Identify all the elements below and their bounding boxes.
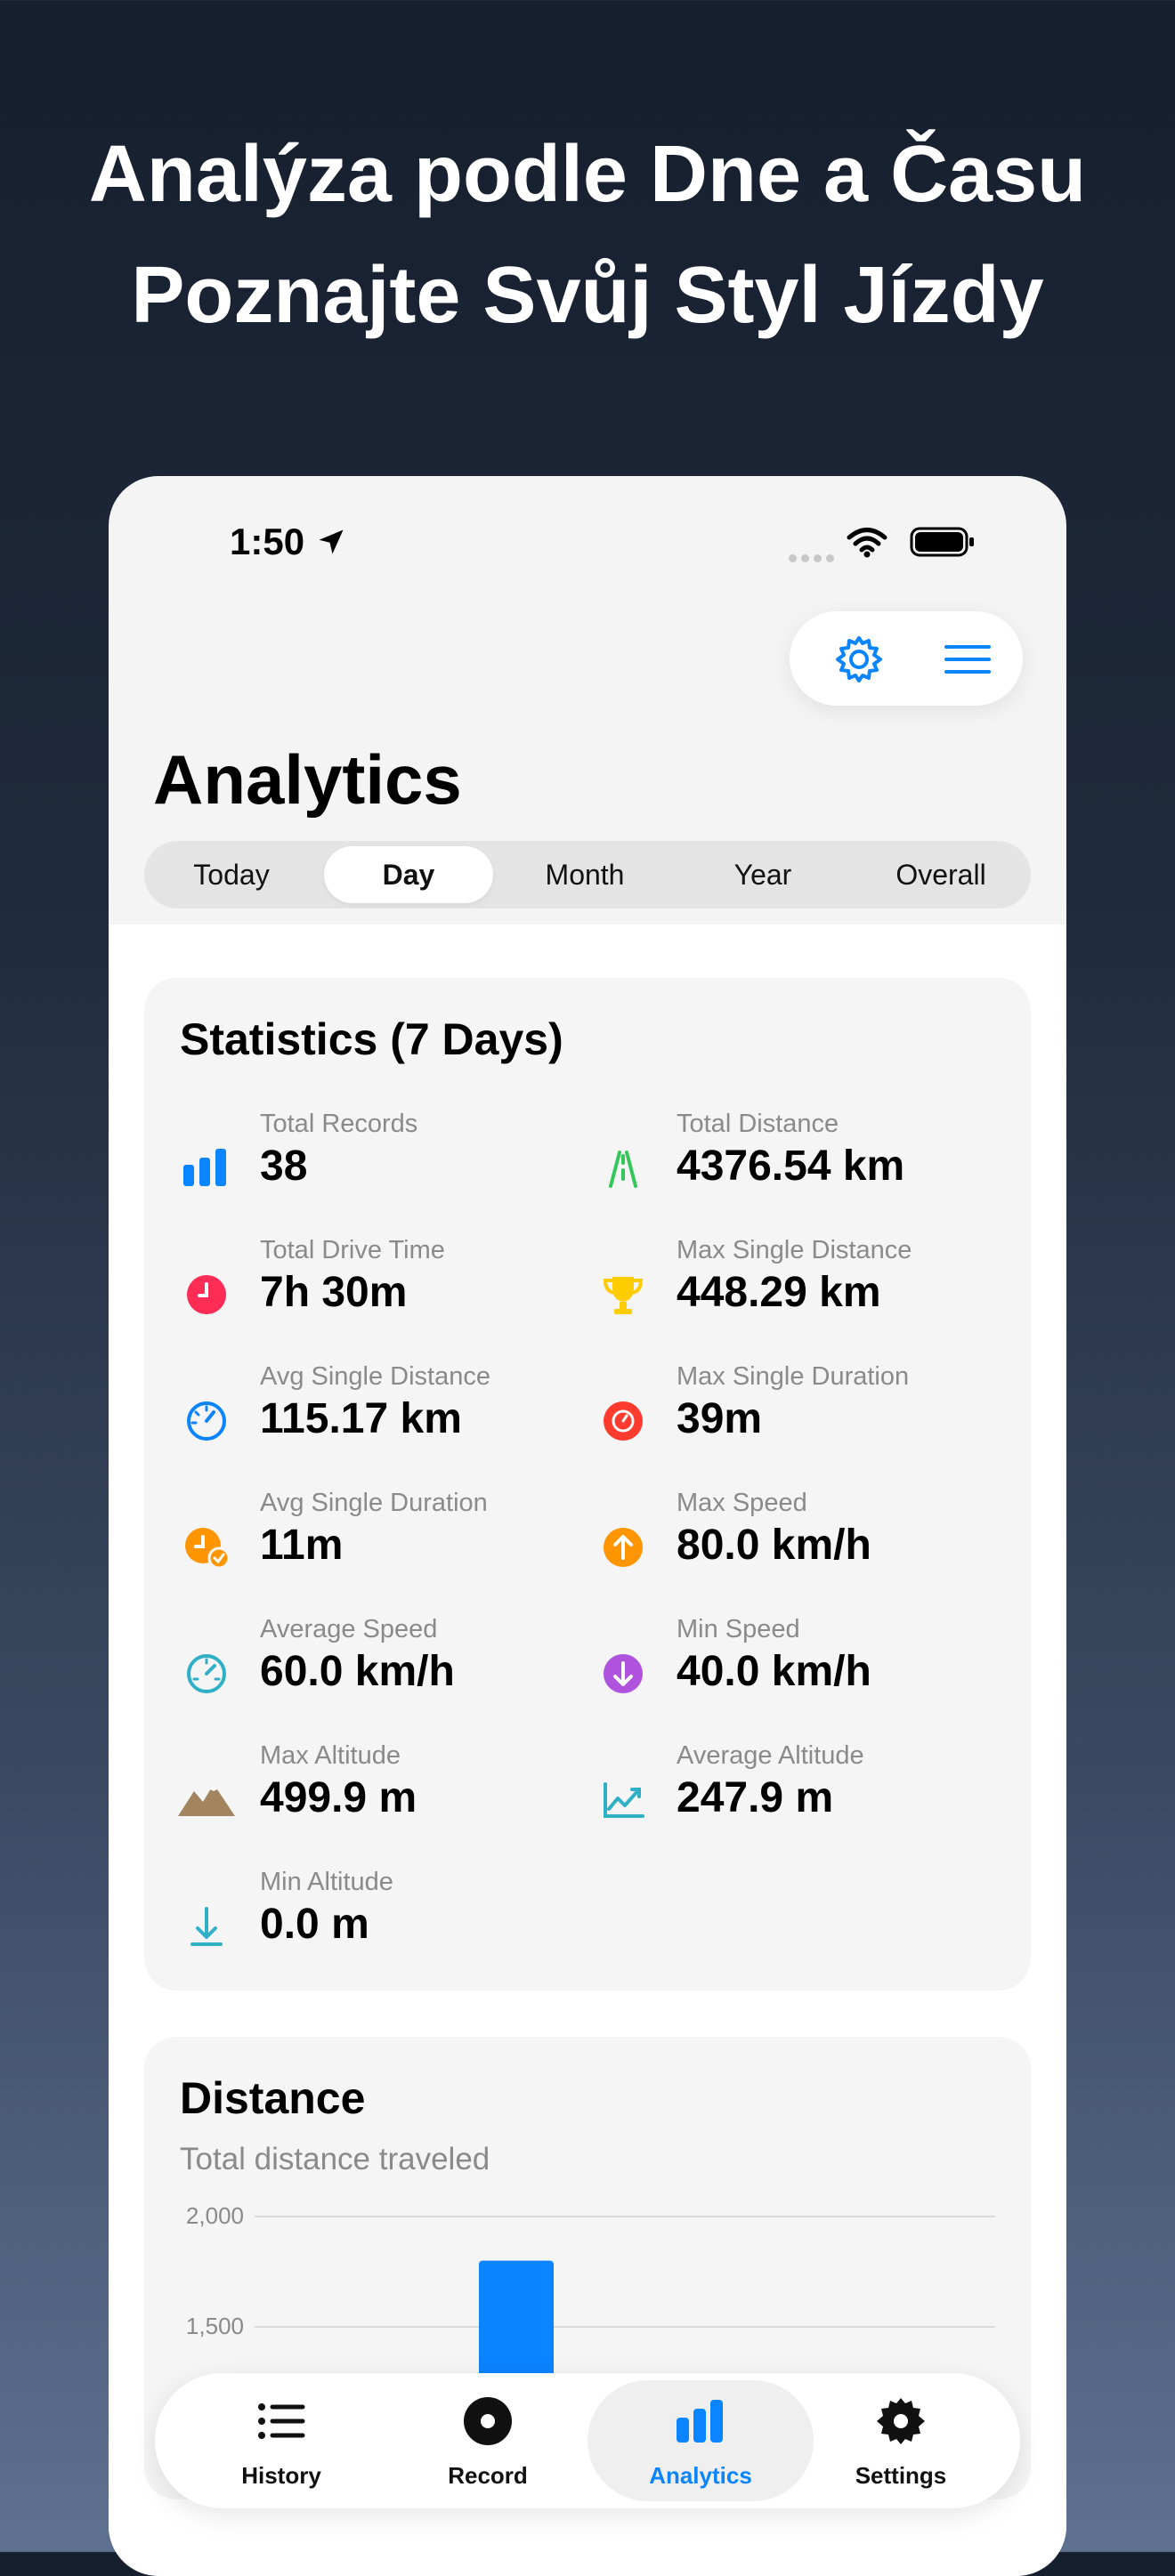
trophy-icon xyxy=(603,1277,644,1314)
stat-value: 7h 30m xyxy=(260,1269,408,1316)
page-title: Analytics xyxy=(153,740,462,819)
stat-label: Min Speed xyxy=(677,1615,800,1643)
stat-label: Avg Single Duration xyxy=(260,1489,488,1517)
stat-total-records: Total Records 38 xyxy=(176,1110,577,1216)
bar-chart-icon xyxy=(183,1149,226,1186)
stat-label: Average Speed xyxy=(260,1615,438,1643)
bar-chart-icon xyxy=(677,2400,723,2443)
stat-value: 11m xyxy=(260,1522,344,1569)
tab-history[interactable]: History xyxy=(174,2373,388,2508)
distance-subtitle: Total distance traveled xyxy=(180,2142,490,2176)
stat-label: Total Records xyxy=(260,1110,418,1138)
segment-month[interactable]: Month xyxy=(500,846,669,903)
stat-value: 60.0 km/h xyxy=(260,1648,455,1695)
clock-icon xyxy=(187,1275,226,1314)
segment-day[interactable]: Day xyxy=(324,846,493,903)
stat-label: Total Drive Time xyxy=(260,1236,445,1264)
mountain-icon xyxy=(178,1784,235,1816)
location-arrow-icon xyxy=(319,529,344,554)
tab-settings[interactable]: Settings xyxy=(794,2373,1008,2508)
stat-value: 499.9 m xyxy=(260,1774,417,1821)
stat-label: Max Speed xyxy=(677,1489,807,1517)
y-tick-1500: 1,500 xyxy=(186,2313,244,2339)
statistics-title: Statistics (7 Days) xyxy=(180,1014,563,1064)
tab-label: History xyxy=(241,2462,321,2489)
gauge-icon xyxy=(187,1401,226,1441)
phone-screen: 1:50 Analytics Today Day Month Year Over… xyxy=(109,476,1066,2576)
tab-label: Analytics xyxy=(649,2462,752,2489)
stat-max-altitude: Max Altitude 499.9 m xyxy=(176,1741,577,1848)
list-icon xyxy=(258,2403,305,2439)
stat-label: Max Single Distance xyxy=(677,1236,912,1264)
stat-value: 247.9 m xyxy=(677,1774,834,1821)
gear-icon[interactable] xyxy=(832,633,886,686)
tab-record[interactable]: Record xyxy=(381,2373,595,2508)
stat-min-altitude: Min Altitude 0.0 m xyxy=(176,1868,577,1974)
battery-icon xyxy=(910,527,974,557)
stat-label: Min Altitude xyxy=(260,1868,393,1896)
record-icon xyxy=(464,2397,512,2445)
arrow-down-to-line-icon xyxy=(190,1907,223,1946)
stat-value: 0.0 m xyxy=(260,1901,369,1948)
segment-today[interactable]: Today xyxy=(150,846,313,903)
stat-max-speed: Max Speed 80.0 km/h xyxy=(593,1489,993,1595)
distance-title: Distance xyxy=(180,2073,366,2123)
clock-check-icon xyxy=(185,1528,231,1570)
promo-headline: Analýza podle Dne a Času Poznajte Svůj S… xyxy=(0,114,1175,356)
timer-icon xyxy=(604,1401,643,1441)
tab-label: Record xyxy=(448,2462,528,2489)
menu-icon[interactable] xyxy=(943,642,993,677)
gear-icon xyxy=(877,2398,925,2444)
arrow-down-circle-icon xyxy=(604,1654,643,1693)
stat-average-speed: Average Speed 60.0 km/h xyxy=(176,1615,577,1722)
stat-max-single-duration: Max Single Duration 39m xyxy=(593,1362,993,1469)
stat-label: Max Altitude xyxy=(260,1741,401,1770)
headline-line-2: Poznajte Svůj Styl Jízdy xyxy=(131,251,1044,340)
stat-total-drive-time: Total Drive Time 7h 30m xyxy=(176,1236,577,1343)
tab-analytics[interactable]: Analytics xyxy=(588,2373,814,2508)
stat-value: 115.17 km xyxy=(260,1395,462,1442)
headline-line-1: Analýza podle Dne a Času xyxy=(88,130,1087,219)
trend-chart-icon xyxy=(604,1782,644,1818)
stat-max-single-distance: Max Single Distance 448.29 km xyxy=(593,1236,993,1343)
bottom-tab-bar: History Record Analytics Settings xyxy=(155,2373,1020,2508)
speedometer-icon xyxy=(187,1654,226,1693)
wifi-icon xyxy=(847,528,887,558)
tab-label: Settings xyxy=(855,2462,947,2489)
stat-value: 40.0 km/h xyxy=(677,1648,871,1695)
cellular-signal-icon xyxy=(789,551,839,567)
stat-value: 448.29 km xyxy=(677,1269,881,1316)
scroll-content[interactable]: Statistics (7 Days) Total Records 38 Tot… xyxy=(109,925,1066,2576)
stat-total-distance: Total Distance 4376.54 km xyxy=(593,1110,993,1216)
arrow-up-circle-icon xyxy=(604,1528,643,1567)
period-segmented-control: Today Day Month Year Overall xyxy=(144,841,1031,908)
stat-label: Avg Single Distance xyxy=(260,1362,491,1391)
stat-avg-single-distance: Avg Single Distance 115.17 km xyxy=(176,1362,577,1469)
statistics-card: Statistics (7 Days) Total Records 38 Tot… xyxy=(144,978,1031,1991)
stat-value: 39m xyxy=(677,1395,763,1442)
stat-value: 38 xyxy=(260,1143,308,1190)
stat-avg-single-duration: Avg Single Duration 11m xyxy=(176,1489,577,1595)
stat-value: 80.0 km/h xyxy=(677,1522,871,1569)
segment-year[interactable]: Year xyxy=(678,846,847,903)
segment-overall[interactable]: Overall xyxy=(856,846,1025,903)
status-bar: 1:50 xyxy=(109,476,1066,592)
stat-average-altitude: Average Altitude 247.9 m xyxy=(593,1741,993,1848)
status-time: 1:50 xyxy=(230,521,305,562)
stat-value: 4376.54 km xyxy=(677,1143,905,1190)
top-action-group xyxy=(790,611,1023,706)
y-tick-2000: 2,000 xyxy=(186,2202,244,2229)
stat-min-speed: Min Speed 40.0 km/h xyxy=(593,1615,993,1722)
stat-label: Total Distance xyxy=(677,1110,839,1138)
stat-label: Average Altitude xyxy=(677,1741,864,1770)
road-icon xyxy=(609,1151,637,1188)
stat-label: Max Single Duration xyxy=(677,1362,910,1391)
